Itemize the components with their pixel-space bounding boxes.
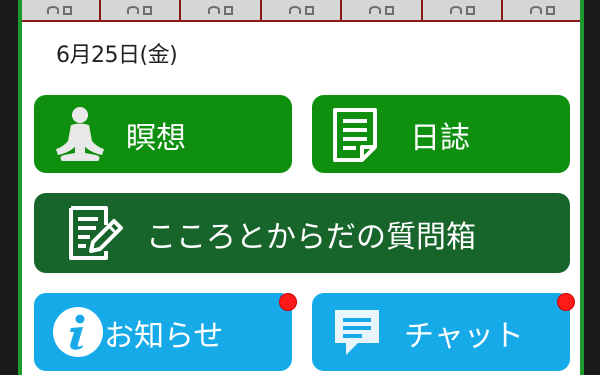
day-cell[interactable] [261, 0, 343, 20]
meditation-button[interactable]: 瞑想 [34, 95, 292, 173]
day-box-icon [304, 5, 314, 15]
day-box-icon [385, 5, 395, 15]
day-glyph-icon [369, 6, 382, 14]
day-cell[interactable] [18, 0, 101, 20]
diary-button[interactable]: 日誌 [312, 95, 570, 173]
day-glyph-icon [207, 6, 220, 14]
current-date: 6月25日(金) [56, 43, 178, 68]
meditation-icon [52, 105, 108, 163]
day-box-icon [546, 5, 556, 15]
week-strip [18, 0, 584, 22]
notification-dot [279, 293, 297, 311]
day-glyph-icon [530, 6, 543, 14]
chat-button[interactable]: チャット [312, 293, 575, 371]
news-button[interactable]: お知らせ [34, 293, 297, 371]
day-cell[interactable] [422, 0, 504, 20]
frame-border-left [18, 0, 22, 375]
app-screen: 6月25日(金) 瞑想 日誌 こころとからだの質問箱 お知らせ チャット [18, 0, 584, 375]
day-box-icon [143, 5, 153, 15]
document-icon [332, 107, 378, 163]
day-cell[interactable] [100, 0, 182, 20]
chat-label: チャット [404, 319, 524, 354]
news-label: お知らせ [104, 319, 224, 354]
day-cell[interactable] [503, 0, 584, 20]
day-glyph-icon [46, 6, 59, 14]
day-box-icon [223, 5, 233, 15]
questions-box-label: こころとからだの質問箱 [146, 220, 476, 255]
day-cell[interactable] [342, 0, 423, 20]
day-glyph-icon [127, 6, 140, 14]
questions-box-button[interactable]: こころとからだの質問箱 [34, 193, 570, 273]
day-cell[interactable] [181, 0, 262, 20]
day-glyph-icon [288, 6, 301, 14]
frame-border-right [580, 0, 584, 375]
notification-dot [557, 293, 575, 311]
day-box-icon [465, 5, 475, 15]
info-icon [52, 306, 104, 358]
day-box-icon [62, 5, 72, 15]
chat-icon [332, 307, 382, 359]
day-glyph-icon [449, 6, 462, 14]
diary-label: 日誌 [410, 121, 470, 156]
meditation-label: 瞑想 [126, 121, 186, 156]
edit-document-icon [68, 205, 124, 261]
